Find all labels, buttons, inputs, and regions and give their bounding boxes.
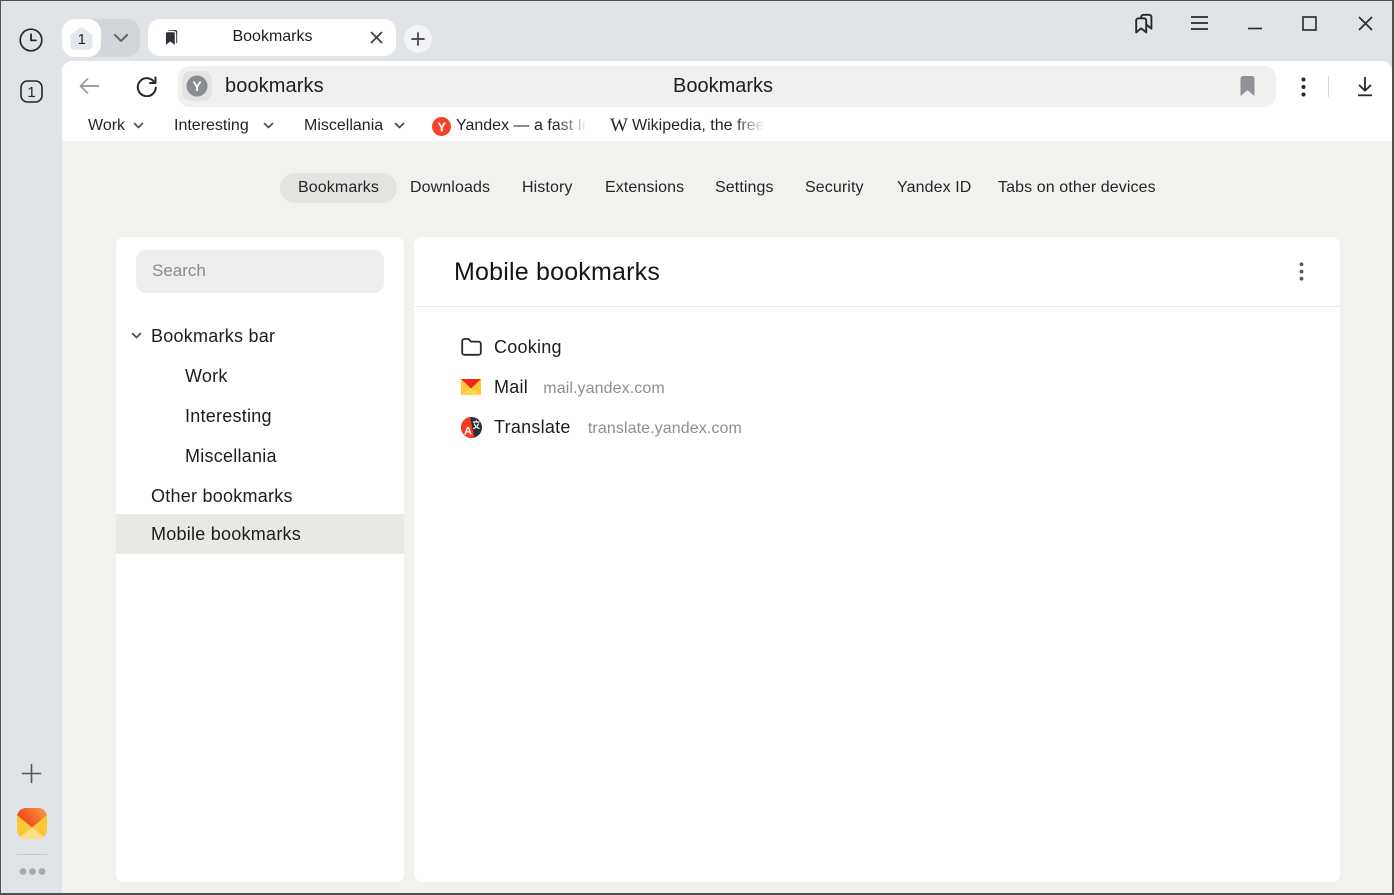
svg-text:A: A: [464, 426, 472, 438]
svg-text:1: 1: [27, 84, 35, 101]
svg-text:Y: Y: [192, 78, 202, 94]
svg-text:Y: Y: [437, 119, 446, 134]
svg-text:1: 1: [78, 31, 86, 48]
